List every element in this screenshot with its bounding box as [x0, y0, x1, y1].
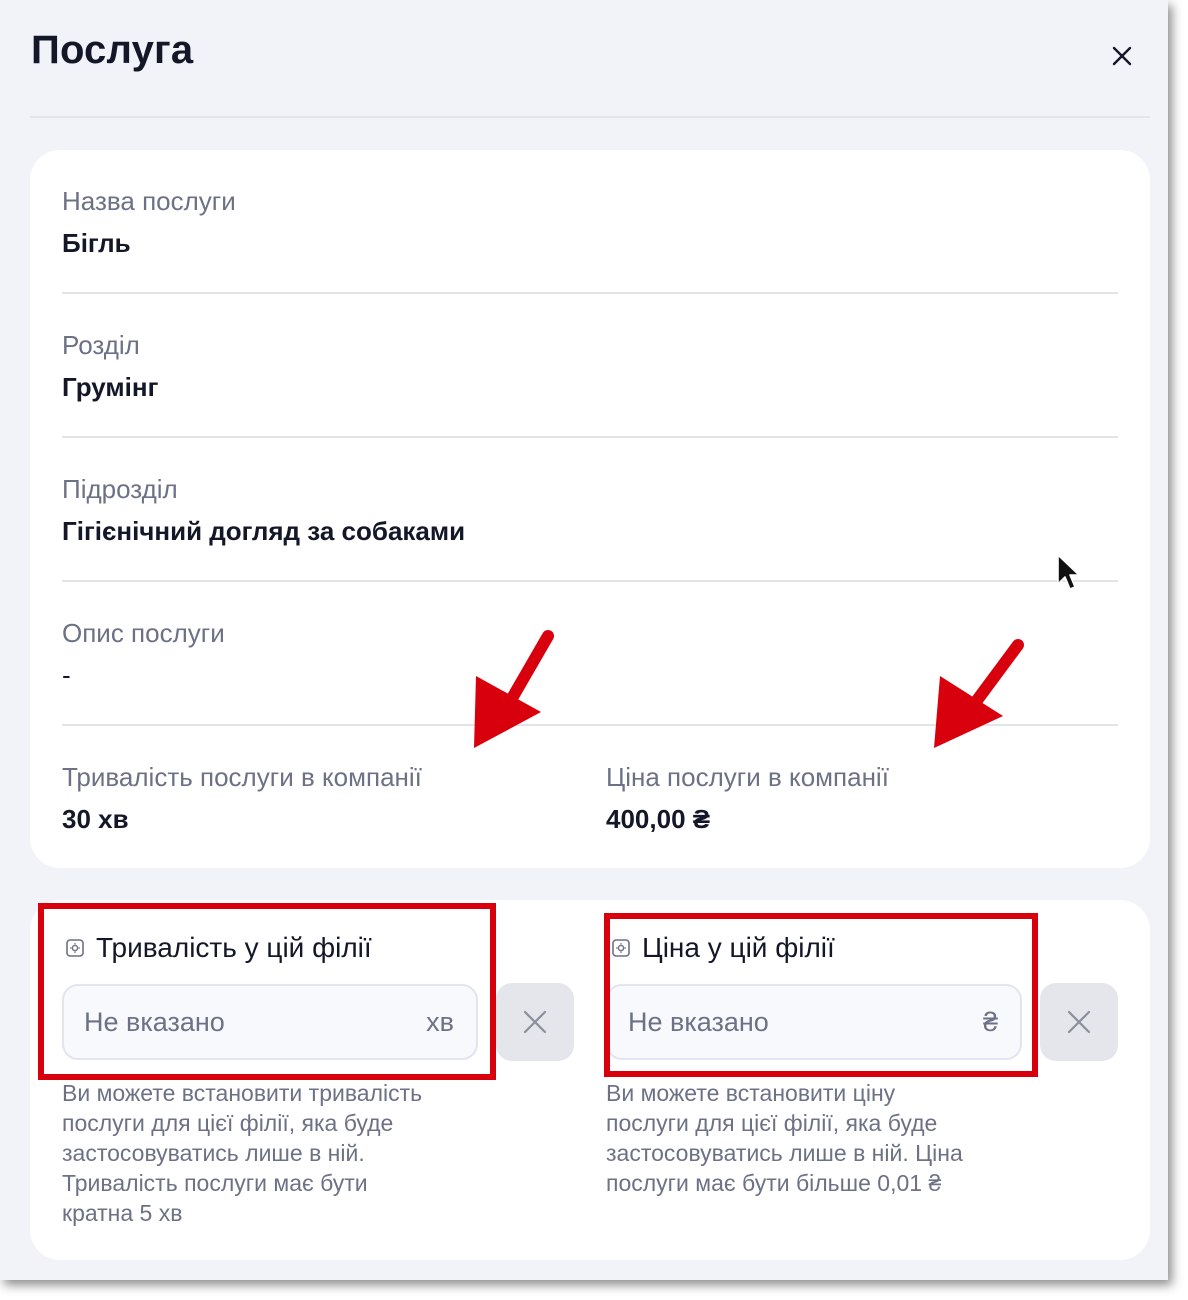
clear-icon[interactable]	[1064, 1007, 1094, 1037]
dialog-title: Послуга	[31, 28, 194, 72]
hint-line: Ви можете встановити ціну	[606, 1080, 896, 1106]
service-dialog: Послуга Назва послуги Бігль Розділ Грумі…	[0, 0, 1168, 1280]
header-divider	[30, 116, 1150, 118]
close-button[interactable]	[1102, 36, 1142, 76]
company-price-field: Ціна послуги в компанії 400,00 ₴	[606, 762, 889, 834]
service-name-value: Бігль	[62, 228, 131, 258]
company-price-value: 400,00 ₴	[606, 804, 711, 834]
section-label: Розділ	[62, 330, 140, 360]
service-name-field: Назва послуги Бігль	[62, 186, 236, 258]
service-name-label: Назва послуги	[62, 186, 236, 216]
clear-duration-button[interactable]	[496, 983, 574, 1061]
company-duration-field: Тривалість послуги в компанії 30 хв	[62, 762, 422, 834]
close-icon[interactable]	[1102, 36, 1142, 76]
hint-line: застосовуватись лише в ній.	[62, 1140, 365, 1166]
annotation-box-duration	[38, 903, 496, 1080]
company-price-label: Ціна послуги в компанії	[606, 762, 889, 792]
subsection-value: Гігієнічний догляд за собаками	[62, 516, 466, 546]
section-value: Грумінг	[62, 372, 159, 402]
hint-line: послуги має бути більше 0,01 ₴	[606, 1170, 942, 1196]
subsection-label: Підрозділ	[62, 474, 178, 504]
clear-price-button[interactable]	[1040, 983, 1118, 1061]
row-divider	[62, 436, 1118, 438]
hint-line: послуги для цієї філії, яка буде	[606, 1110, 938, 1136]
section-field: Розділ Грумінг	[62, 330, 158, 402]
description-label: Опис послуги	[62, 618, 225, 648]
service-info-card: Назва послуги Бігль Розділ Грумінг Підро…	[30, 150, 1150, 868]
clear-icon[interactable]	[520, 1007, 550, 1037]
row-divider	[62, 724, 1118, 726]
annotation-box-price	[604, 913, 1038, 1077]
row-divider	[62, 292, 1118, 294]
hint-line: кратна 5 хв	[62, 1200, 183, 1226]
description-value: -	[62, 660, 71, 690]
hint-line: Тривалість послуги має бути	[62, 1170, 368, 1196]
description-field: Опис послуги -	[62, 618, 225, 690]
company-duration-label: Тривалість послуги в компанії	[62, 762, 422, 792]
hint-line: Ви можете встановити тривалість	[62, 1080, 423, 1106]
hint-line: послуги для цієї філії, яка буде	[62, 1110, 394, 1136]
company-duration-value: 30 хв	[62, 804, 129, 834]
branch-duration-hint: Ви можете встановити тривалість послуги …	[62, 1078, 422, 1228]
subsection-field: Підрозділ Гігієнічний догляд за собаками	[62, 474, 465, 546]
branch-price-hint: Ви можете встановити ціну послуги для ці…	[606, 1078, 963, 1198]
row-divider	[62, 580, 1118, 582]
hint-line: застосовуватись лише в ній. Ціна	[606, 1140, 963, 1166]
